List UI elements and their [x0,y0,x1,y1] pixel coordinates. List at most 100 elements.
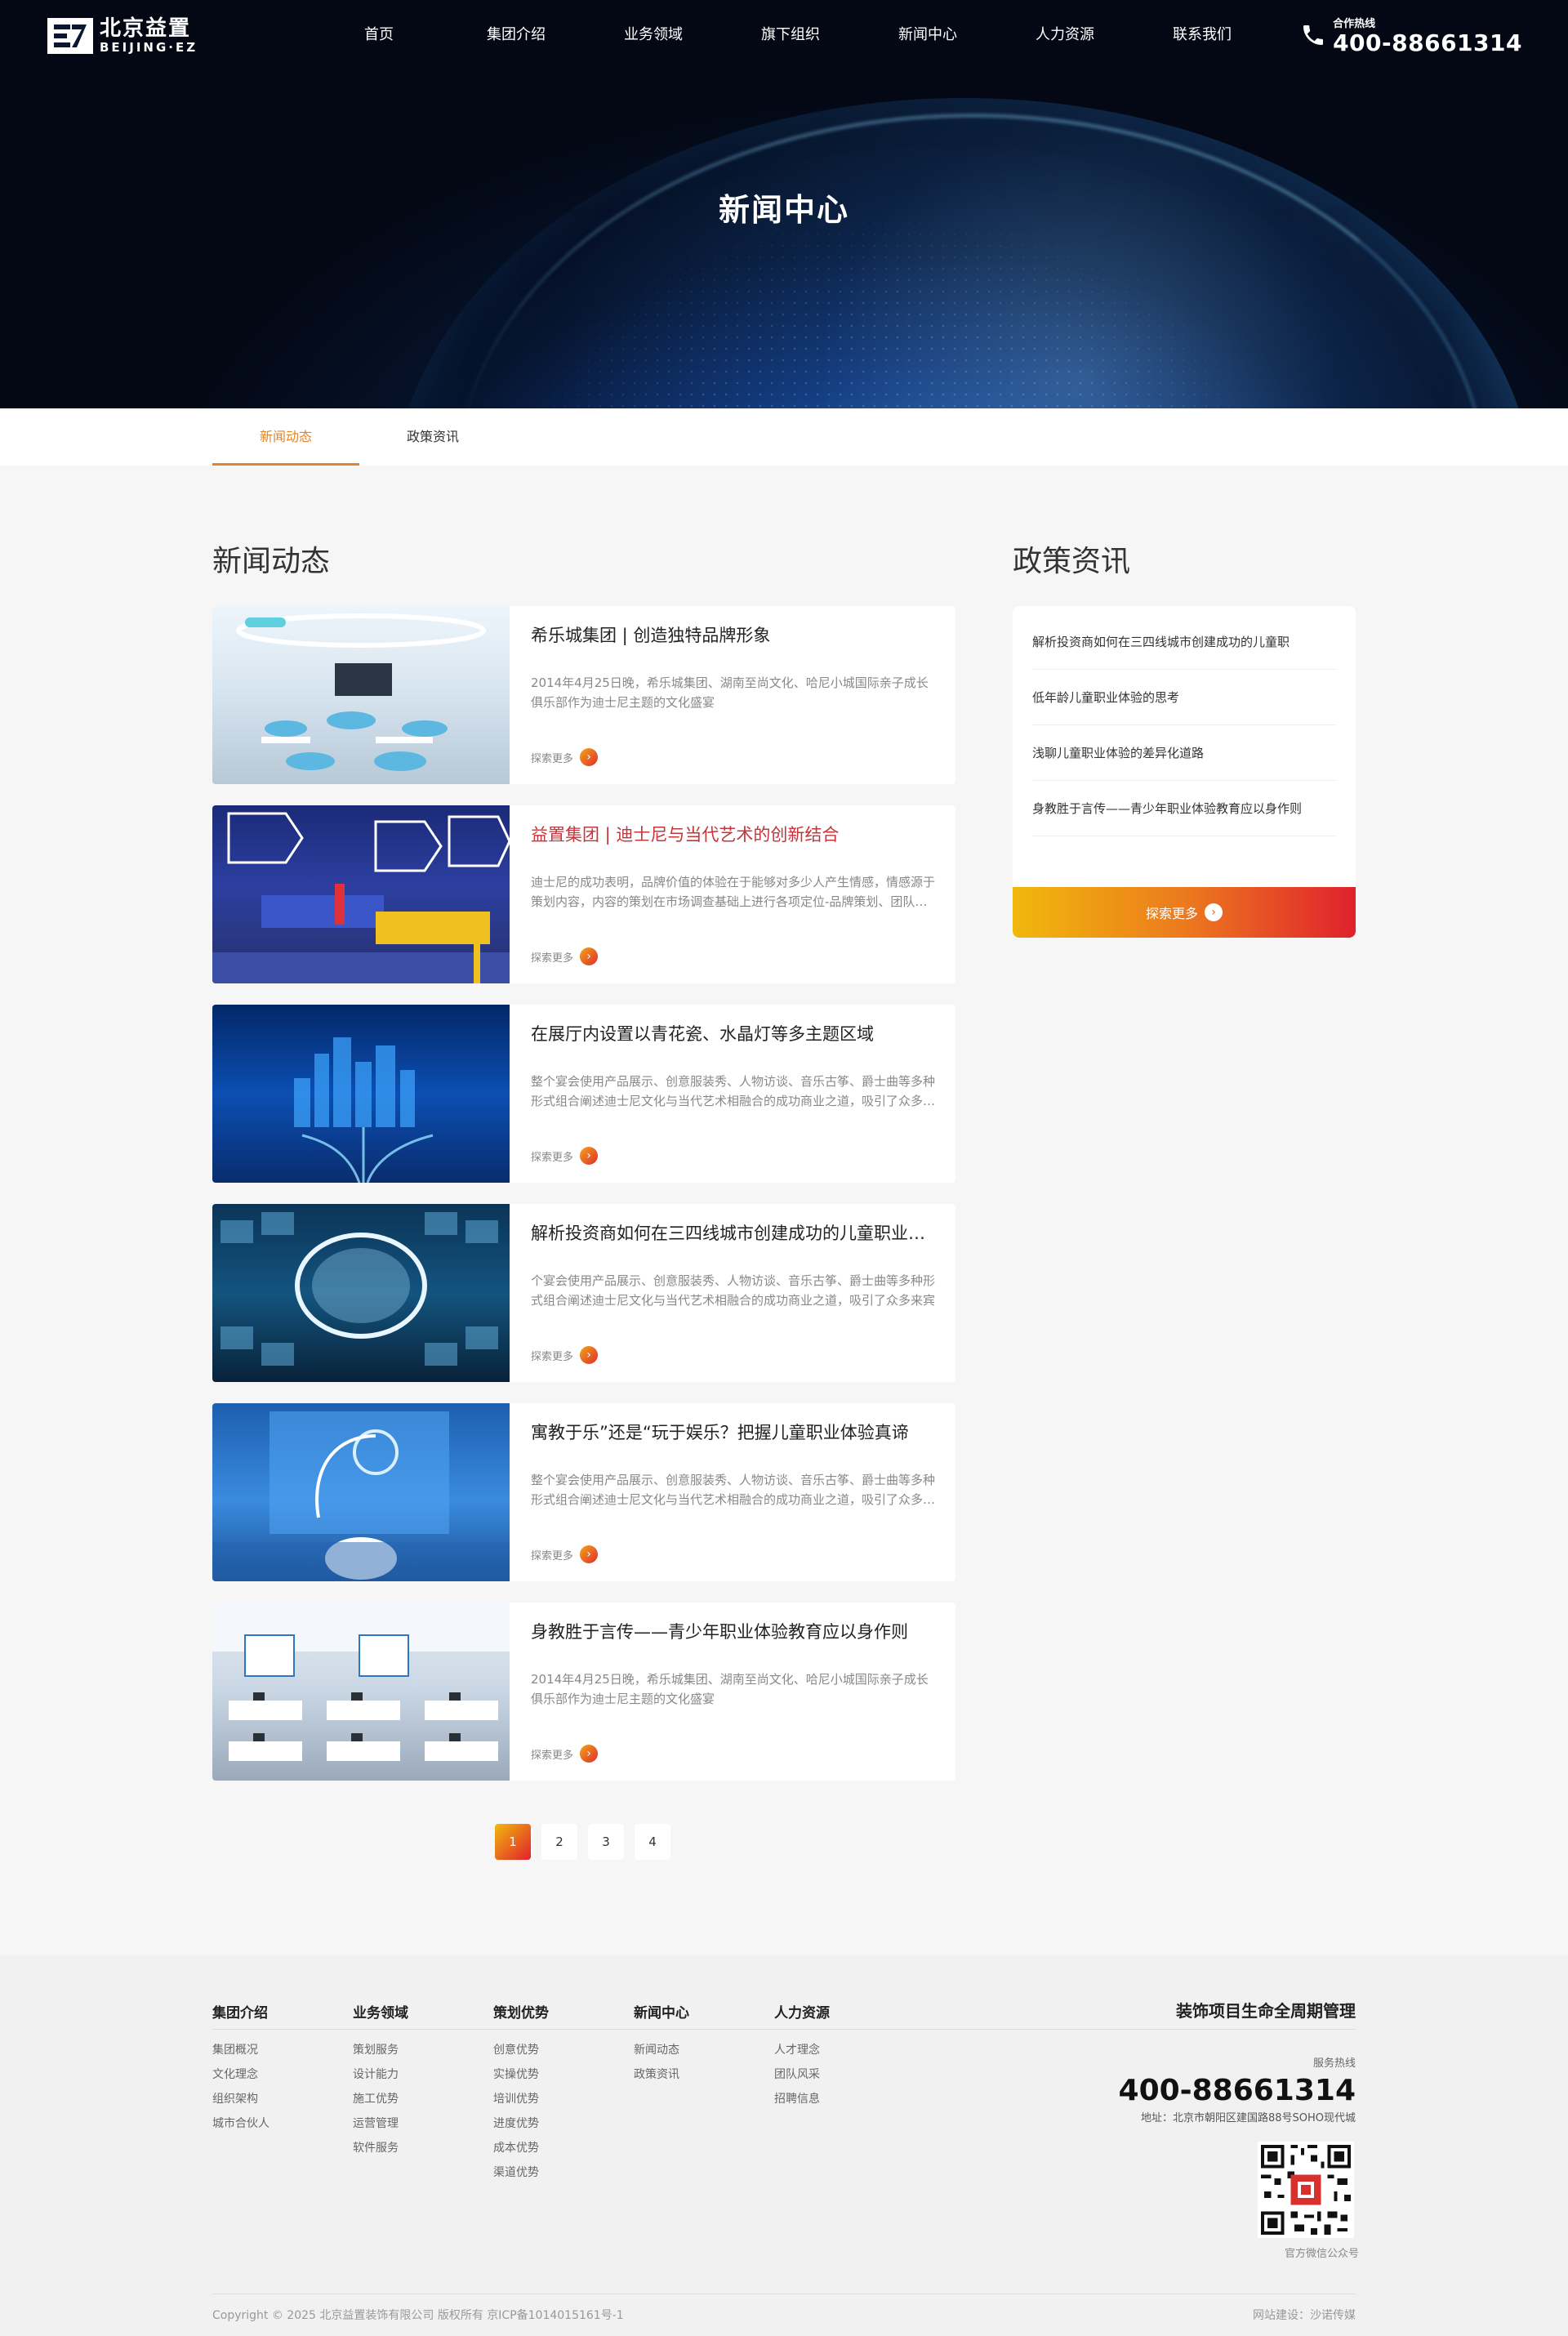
page-2[interactable]: 2 [541,1824,577,1860]
footer-column-title: 人力资源 [774,2005,830,2022]
policy-item[interactable]: 身教胜于言传——青少年职业体验教育应以身作则 [1032,781,1336,836]
copyright-text: Copyright © 2025 北京益置装饰有限公司 版权所有 京ICP备10… [212,2309,624,2322]
news-summary: 2014年4月25日晚，希乐城集团、湖南至尚文化、哈尼小城国际亲子成长俱乐部作为… [531,1672,929,1706]
nav-hr[interactable]: 人力资源 [996,23,1134,44]
explore-more-link[interactable]: 探索更多 › [531,1147,599,1165]
footer-link[interactable]: 城市合伙人 [212,2111,353,2136]
news-summary: 2014年4月25日晚，希乐城集团、湖南至尚文化、哈尼小城国际亲子成长俱乐部作为… [531,675,929,710]
footer-link[interactable]: 新闻动态 [634,2038,774,2062]
footer-link[interactable]: 团队风采 [774,2062,915,2087]
hotline-label: 合作热线 [1333,18,1376,30]
main-nav: 首页 集团介绍 业务领域 旗下组织 新闻中心 人力资源 联系我们 [310,23,1271,44]
explore-more-link[interactable]: 探索更多 › [531,1745,599,1763]
site-builder-credit[interactable]: 网站建设：沙诺传媒 [1253,2307,1356,2323]
footer-link[interactable]: 集团概况 [212,2038,353,2062]
policy-more-button[interactable]: 探索更多 › [1013,887,1356,938]
footer-address: 地址：北京市朝阳区建国路88号SOHO现代城 [1140,2111,1356,2124]
news-summary: 整个宴会使用产品展示、创意服装秀、人物访谈、音乐古筝、爵士曲等多种形式组合阐述迪… [531,1074,936,1108]
brand-name-cn: 北京益置 [100,16,192,41]
footer-link[interactable]: 培训优势 [493,2087,634,2111]
site-footer: 集团介绍 集团概况 文化理念 组织架构 城市合伙人 业务领域 策划服务 设计能力… [0,1955,1568,2336]
news-title[interactable]: 身教胜于言传——青少年职业体验教育应以身作则 [531,1619,939,1643]
footer-link[interactable]: 进度优势 [493,2111,634,2136]
nav-home[interactable]: 首页 [310,23,448,44]
news-thumbnail [212,1403,510,1581]
footer-link[interactable]: 软件服务 [353,2136,493,2160]
page-1[interactable]: 1 [495,1824,531,1860]
page-3[interactable]: 3 [588,1824,624,1860]
policy-item[interactable]: 低年龄儿童职业体验的思考 [1032,670,1336,725]
arrow-right-icon: › [580,1545,599,1563]
policy-item[interactable]: 浅聊儿童职业体验的差异化道路 [1032,725,1336,781]
arrow-right-icon: › [580,1346,599,1364]
phone-icon [1303,25,1324,45]
footer-link[interactable]: 组织架构 [212,2087,353,2111]
news-thumbnail [212,606,510,784]
brand-name-en: BEIJING·EZ [100,40,198,55]
news-card[interactable]: 在展厅内设置以青花瓷、水晶灯等多主题区域 整个宴会使用产品展示、创意服装秀、人物… [212,1005,956,1183]
service-hotline-label: 服务热线 [1312,2057,1356,2070]
arrow-right-icon: › [1205,903,1223,921]
hotline[interactable]: 合作热线 400-88661314 [1300,15,1522,55]
nav-news-center[interactable]: 新闻中心 [859,23,996,44]
hotline-number: 400-88661314 [1333,29,1522,56]
news-card[interactable]: 寓教于乐”还是“玩于娱乐？把握儿童职业体验真谛 整个宴会使用产品展示、创意服装秀… [212,1403,956,1581]
footer-link[interactable]: 策划服务 [353,2038,493,2062]
tab-news-updates[interactable]: 新闻动态 [212,408,359,466]
policy-item[interactable]: 解析投资商如何在三四线城市创建成功的儿童职 [1032,614,1336,670]
footer-link[interactable]: 政策资讯 [634,2062,774,2087]
explore-more-link[interactable]: 探索更多 › [531,1346,599,1364]
page-4[interactable]: 4 [635,1824,670,1860]
explore-more-label: 探索更多 [531,1549,574,1563]
news-thumbnail [212,805,510,983]
explore-more-label: 探索更多 [531,952,574,965]
news-thumbnail [212,1005,510,1183]
footer-link[interactable]: 渠道优势 [493,2160,634,2185]
news-title[interactable]: 寓教于乐”还是“玩于娱乐？把握儿童职业体验真谛 [531,1420,939,1444]
news-thumbnail [212,1603,510,1781]
explore-more-link[interactable]: 探索更多 › [531,748,599,766]
footer-link[interactable]: 实操优势 [493,2062,634,2087]
tab-policy-info[interactable]: 政策资讯 [359,408,506,466]
brand-logo[interactable]: 北京益置 BEIJING·EZ [47,18,198,54]
news-title[interactable]: 解析投资商如何在三四线城市创建成功的儿童职业体验馆 [531,1220,939,1245]
footer-link[interactable]: 设计能力 [353,2062,493,2087]
site-header: 北京益置 BEIJING·EZ 首页 集团介绍 业务领域 旗下组织 新闻中心 人… [0,0,1568,69]
footer-link[interactable]: 成本优势 [493,2136,634,2160]
arrow-right-icon: › [580,947,599,965]
wechat-qr-icon [1258,2142,1354,2238]
nav-business[interactable]: 业务领域 [585,23,722,44]
footer-slogan: 装饰项目生命全周期管理 [1176,2001,1356,2021]
explore-more-label: 探索更多 [531,1749,574,1762]
footer-link[interactable]: 运营管理 [353,2111,493,2136]
arrow-right-icon: › [580,1147,599,1165]
nav-group-intro[interactable]: 集团介绍 [448,23,585,44]
explore-more-label: 探索更多 [531,1350,574,1363]
footer-link[interactable]: 施工优势 [353,2087,493,2111]
footer-link[interactable]: 文化理念 [212,2062,353,2087]
service-hotline-number[interactable]: 400-88661314 [1119,2075,1356,2107]
footer-link[interactable]: 创意优势 [493,2038,634,2062]
nav-organizations[interactable]: 旗下组织 [722,23,859,44]
news-card[interactable]: 益置集团 | 迪士尼与当代艺术的创新结合 迪士尼的成功表明，品牌价值的体验在于能… [212,805,956,983]
nav-contact[interactable]: 联系我们 [1134,23,1271,44]
footer-link[interactable]: 招聘信息 [774,2087,915,2111]
footer-link[interactable]: 人才理念 [774,2038,915,2062]
category-tabs: 新闻动态 政策资讯 [0,408,1568,466]
arrow-right-icon: › [580,748,599,766]
policy-panel: 解析投资商如何在三四线城市创建成功的儿童职 低年龄儿童职业体验的思考 浅聊儿童职… [1013,606,1356,938]
news-list: 希乐城集团 | 创造独特品牌形象 2014年4月25日晚，希乐城集团、湖南至尚文… [212,606,956,1802]
pagination: 1 2 3 4 [495,1824,681,1860]
news-card[interactable]: 解析投资商如何在三四线城市创建成功的儿童职业体验馆 个宴会使用产品展示、创意服装… [212,1204,956,1382]
news-title[interactable]: 在展厅内设置以青花瓷、水晶灯等多主题区域 [531,1021,939,1045]
news-card[interactable]: 希乐城集团 | 创造独特品牌形象 2014年4月25日晚，希乐城集团、湖南至尚文… [212,606,956,784]
news-title[interactable]: 益置集团 | 迪士尼与当代艺术的创新结合 [531,822,939,846]
explore-more-link[interactable]: 探索更多 › [531,947,599,965]
footer-column-title: 策划优势 [493,2005,549,2022]
explore-more-link[interactable]: 探索更多 › [531,1545,599,1563]
news-title[interactable]: 希乐城集团 | 创造独特品牌形象 [531,622,939,647]
news-heading: 新闻动态 [212,545,331,578]
news-summary: 个宴会使用产品展示、创意服装秀、人物访谈、音乐古筝、爵士曲等多种形式组合阐述迪士… [531,1273,936,1308]
news-card[interactable]: 身教胜于言传——青少年职业体验教育应以身作则 2014年4月25日晚，希乐城集团… [212,1603,956,1781]
explore-more-label: 探索更多 [531,1151,574,1164]
